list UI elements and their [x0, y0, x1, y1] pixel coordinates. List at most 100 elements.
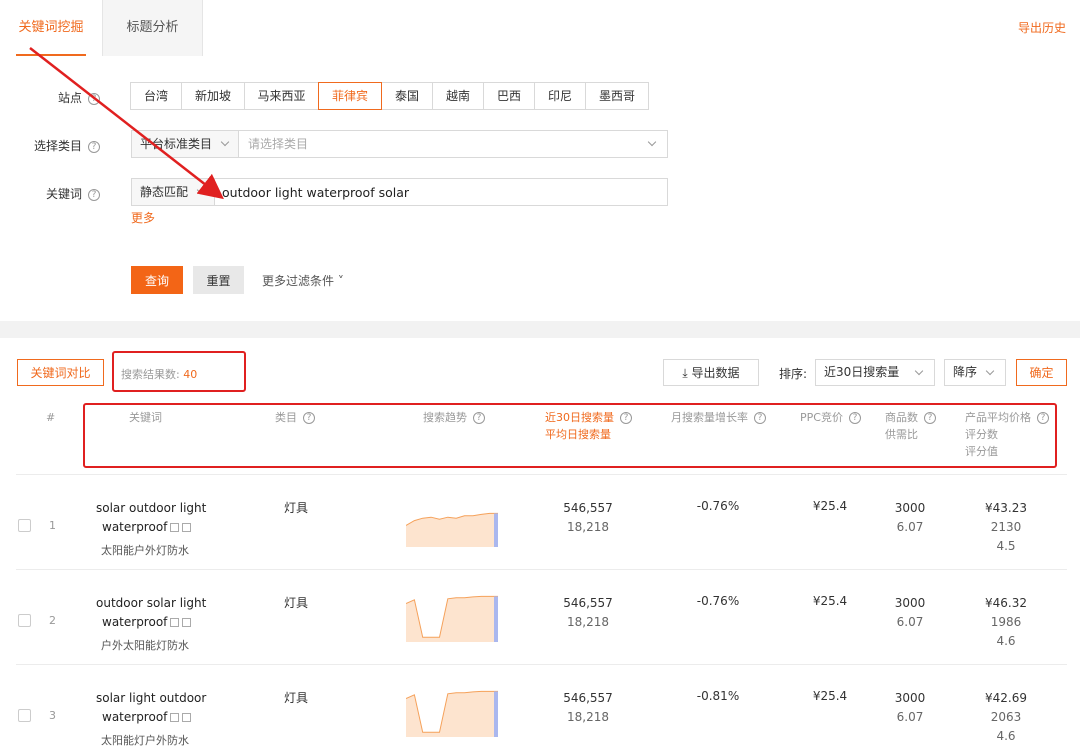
site-option[interactable]: 巴西: [483, 82, 535, 110]
table-row: 3 solar light outdoor waterproof 太阳能灯户外防水 灯具…: [16, 664, 1067, 754]
keyword-label: 关键词?: [20, 185, 100, 202]
row-volume: 546,557 18,218: [536, 594, 640, 632]
row-goods: 3000 6.07: [880, 594, 940, 632]
row-ppc: ¥25.4: [812, 594, 848, 608]
external-link-icon[interactable]: [170, 618, 180, 627]
rating-count: 2063: [990, 710, 1022, 724]
row-keyword: solar outdoor light waterproof: [96, 499, 256, 537]
rating-count: 1986: [990, 615, 1022, 629]
keyword-box: 静态匹配: [131, 178, 668, 206]
row-goods: 3000 6.07: [880, 499, 940, 537]
tab-title-analysis[interactable]: 标题分析: [102, 0, 203, 56]
keyword-translation: 太阳能户外灯防水: [101, 544, 189, 557]
help-icon[interactable]: ?: [88, 92, 100, 105]
trend-area: [406, 596, 498, 642]
row-keyword: outdoor solar light waterproof: [96, 594, 256, 632]
category-select[interactable]: 平台标准类目 请选择类目: [131, 130, 668, 158]
trend-sparkline[interactable]: [406, 592, 502, 644]
keyword-compare-button[interactable]: 关键词对比: [17, 359, 104, 386]
keyword-line: waterproof: [102, 520, 168, 534]
row-index: 1: [49, 519, 56, 532]
rating-value: 4.6: [996, 729, 1016, 743]
site-option[interactable]: 台湾: [130, 82, 182, 110]
site-option[interactable]: 墨西哥: [585, 82, 649, 110]
confirm-button[interactable]: 确定: [1016, 359, 1067, 386]
row-goods: 3000 6.07: [880, 689, 940, 727]
row-growth: -0.76%: [696, 594, 740, 608]
row-category: 灯具: [284, 691, 309, 705]
annotation-box: [83, 403, 1057, 468]
trend-area: [406, 691, 498, 737]
order-select[interactable]: 降序: [944, 359, 1006, 386]
rating-count: 2130: [990, 520, 1022, 534]
row-ppc: ¥25.4: [812, 499, 848, 513]
download-icon: ⤓: [682, 366, 692, 380]
goods-count: 3000: [894, 596, 926, 610]
supply-ratio: 6.07: [896, 615, 924, 629]
site-label: 站点?: [20, 89, 100, 106]
avg-price: ¥46.32: [985, 596, 1027, 610]
row-checkbox[interactable]: [18, 709, 31, 722]
site-option[interactable]: 菲律宾: [318, 82, 382, 110]
keyword-input[interactable]: [216, 179, 666, 205]
site-selector: 台湾 新加坡 马来西亚 菲律宾 泰国 越南 巴西 印尼 墨西哥: [130, 82, 649, 110]
more-filters-toggle[interactable]: 更多过滤条件 ˅: [262, 272, 344, 289]
table-row: 2 outdoor solar light waterproof 户外太阳能灯防水 灯具…: [16, 569, 1067, 664]
rating-value: 4.6: [996, 634, 1016, 648]
volume-daily: 18,218: [567, 520, 609, 534]
avg-price: ¥42.69: [985, 691, 1027, 705]
trend-highlight-bar: [494, 513, 498, 547]
volume-30d: 546,557: [563, 691, 613, 705]
query-button[interactable]: 查询: [131, 266, 183, 294]
export-data-button[interactable]: ⤓ 导出数据: [663, 359, 759, 386]
row-growth: -0.76%: [696, 499, 740, 513]
chevron-down-icon: [985, 366, 995, 376]
trend-sparkline[interactable]: [406, 687, 502, 739]
table-row: 1 solar outdoor light waterproof 太阳能户外灯防水 灯具…: [16, 474, 1067, 569]
keyword-line: outdoor solar light: [96, 596, 207, 610]
site-option[interactable]: 新加坡: [181, 82, 245, 110]
chevron-down-icon: [220, 137, 230, 147]
site-option[interactable]: 泰国: [381, 82, 433, 110]
chevron-down-icon: [914, 366, 924, 376]
row-checkbox[interactable]: [18, 519, 31, 532]
row-index: 3: [49, 709, 56, 722]
more-link[interactable]: 更多: [131, 209, 155, 226]
help-icon[interactable]: ?: [88, 188, 100, 201]
copy-icon[interactable]: [182, 618, 192, 627]
copy-icon[interactable]: [182, 523, 192, 532]
site-option[interactable]: 越南: [432, 82, 484, 110]
external-link-icon[interactable]: [170, 523, 180, 532]
tab-keyword-mining[interactable]: 关键词挖掘: [0, 0, 102, 56]
chevron-down-icon: ˅: [334, 274, 344, 288]
site-option[interactable]: 马来西亚: [244, 82, 319, 110]
match-type-select[interactable]: 静态匹配: [132, 179, 215, 205]
row-growth: -0.81%: [696, 689, 740, 703]
site-option[interactable]: 印尼: [534, 82, 586, 110]
chevron-down-icon: [196, 185, 206, 195]
sort-select[interactable]: 近30日搜索量: [815, 359, 935, 386]
keyword-translation: 太阳能灯户外防水: [101, 734, 189, 747]
copy-icon[interactable]: [182, 713, 192, 722]
help-icon[interactable]: ?: [88, 140, 100, 153]
volume-30d: 546,557: [563, 596, 613, 610]
export-history-link[interactable]: 导出历史: [1018, 0, 1066, 56]
chevron-down-icon: [647, 137, 657, 147]
row-price: ¥42.69 2063 4.6: [976, 689, 1036, 746]
row-index: 2: [49, 614, 56, 627]
category-label: 选择类目?: [20, 137, 100, 154]
external-link-icon[interactable]: [170, 713, 180, 722]
col-index: #: [46, 411, 56, 424]
trend-area: [406, 513, 498, 547]
annotation-box: [112, 351, 246, 392]
row-category: 灯具: [284, 596, 309, 610]
volume-30d: 546,557: [563, 501, 613, 515]
reset-button[interactable]: 重置: [193, 266, 244, 294]
row-category: 灯具: [284, 501, 309, 515]
supply-ratio: 6.07: [896, 520, 924, 534]
keyword-line: waterproof: [102, 615, 168, 629]
row-checkbox[interactable]: [18, 614, 31, 627]
trend-sparkline[interactable]: [406, 497, 502, 549]
volume-daily: 18,218: [567, 615, 609, 629]
category-type-select[interactable]: 平台标准类目: [132, 131, 239, 157]
